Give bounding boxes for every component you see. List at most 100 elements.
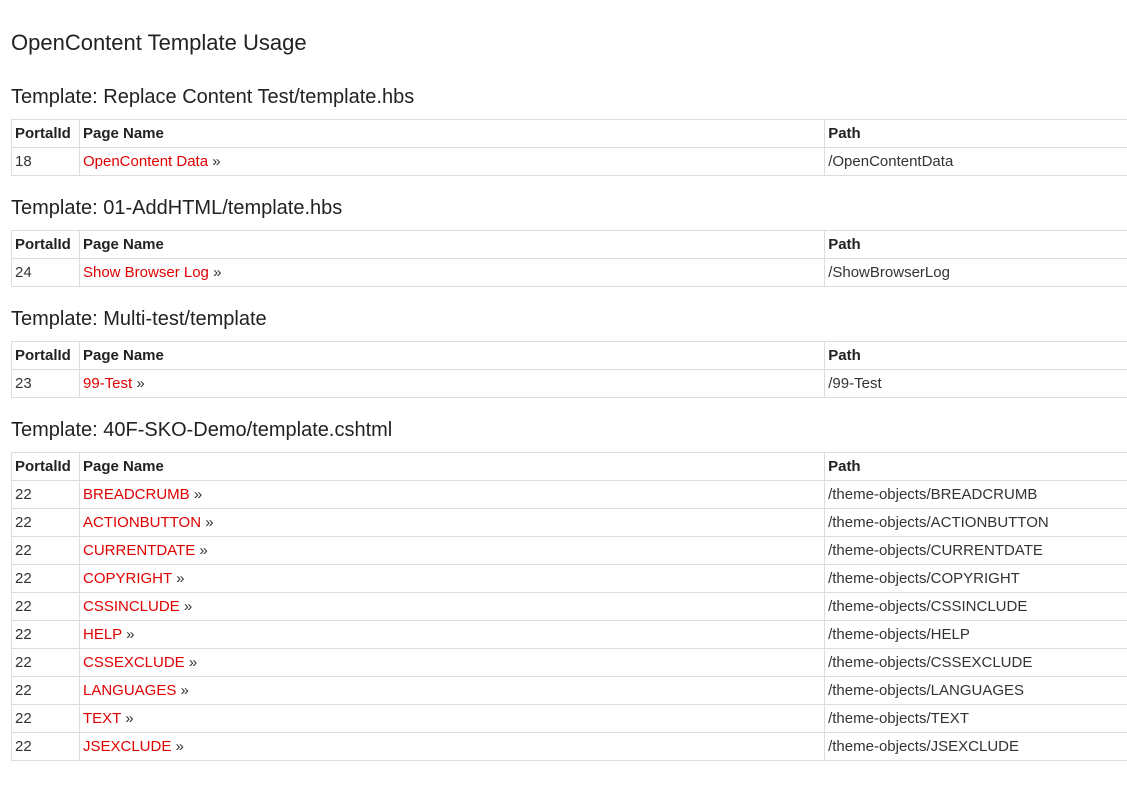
section-title: Template: 40F-SKO-Demo/template.cshtml <box>11 419 393 441</box>
template-usage-page: OpenContent Template Usage Template: Rep… <box>11 0 1127 761</box>
usage-table: PortalId Page Name Path 18 OpenContent D… <box>11 119 1127 176</box>
portal-id-cell: 22 <box>11 648 80 677</box>
table-body: 24 Show Browser Log » /ShowBrowserLog <box>11 258 1127 287</box>
page-name-link[interactable]: JSEXCLUDE <box>83 738 171 755</box>
page-name-link[interactable]: CSSEXCLUDE <box>83 654 185 671</box>
portal-id-cell: 22 <box>11 480 80 509</box>
path-cell: /theme-objects/JSEXCLUDE <box>824 732 1127 761</box>
raquo-glyph: » <box>199 542 208 559</box>
raquo-glyph: » <box>180 682 189 699</box>
usage-table: PortalId Page Name Path 22 BREADCRUMB » … <box>11 452 1127 761</box>
path-cell: /theme-objects/CURRENTDATE <box>824 536 1127 565</box>
path-cell: /99-Test <box>824 369 1127 398</box>
table-row: 22 LANGUAGES » /theme-objects/LANGUAGES <box>11 676 1127 705</box>
raquo-glyph: » <box>205 514 214 531</box>
page-name-link[interactable]: HELP <box>83 626 122 643</box>
table-header-row: PortalId Page Name Path <box>11 452 1127 481</box>
template-section: Template: Replace Content Test/template.… <box>11 85 1127 176</box>
page-name-cell: Show Browser Log » <box>78 258 826 287</box>
path-cell: /ShowBrowserLog <box>824 258 1127 287</box>
raquo-glyph: » <box>188 654 198 671</box>
usage-table: PortalId Page Name Path 23 99-Test » /99… <box>11 341 1127 398</box>
page-name-link[interactable]: COPYRIGHT <box>83 570 172 587</box>
page-name-link[interactable]: BREADCRUMB <box>83 486 190 503</box>
template-sections: Template: Replace Content Test/template.… <box>11 85 1127 761</box>
table-row: 22 TEXT » /theme-objects/TEXT <box>11 704 1127 733</box>
page-name-link[interactable]: 99-Test <box>83 375 132 392</box>
column-header-portal-id: PortalId <box>11 230 80 259</box>
column-header-portal-id: PortalId <box>11 341 80 370</box>
raquo-glyph: » <box>125 710 134 727</box>
section-title: Template: 01-AddHTML/template.hbs <box>11 197 343 219</box>
column-header-path: Path <box>824 341 1127 370</box>
raquo-glyph: » <box>212 153 221 170</box>
page-name-cell: CURRENTDATE » <box>78 536 826 565</box>
page-name-link[interactable]: LANGUAGES <box>83 682 176 699</box>
portal-id-cell: 23 <box>11 369 80 398</box>
template-section: Template: 40F-SKO-Demo/template.cshtml P… <box>11 418 1127 761</box>
portal-id-cell: 22 <box>11 704 80 733</box>
page-name-link[interactable]: Show Browser Log <box>83 264 209 281</box>
path-cell: /theme-objects/COPYRIGHT <box>824 564 1127 593</box>
path-cell: /theme-objects/ACTIONBUTTON <box>824 508 1127 537</box>
page-name-link[interactable]: OpenContent Data <box>83 153 208 170</box>
column-header-page-name: Page Name <box>78 452 826 481</box>
portal-id-cell: 22 <box>11 620 80 649</box>
table-row: 22 CSSINCLUDE » /theme-objects/CSSINCLUD… <box>11 592 1127 621</box>
table-row: 22 BREADCRUMB » /theme-objects/BREADCRUM… <box>11 480 1127 509</box>
raquo-glyph: » <box>193 486 203 503</box>
table-header-row: PortalId Page Name Path <box>11 119 1127 148</box>
column-header-page-name: Page Name <box>78 230 826 259</box>
path-cell: /theme-objects/HELP <box>824 620 1127 649</box>
column-header-path: Path <box>824 230 1127 259</box>
page-name-link[interactable]: ACTIONBUTTON <box>83 514 201 531</box>
raquo-glyph: » <box>175 738 184 755</box>
table-row: 23 99-Test » /99-Test <box>11 369 1127 398</box>
table-body: 18 OpenContent Data » /OpenContentData <box>11 147 1127 176</box>
raquo-glyph: » <box>126 626 135 643</box>
portal-id-cell: 22 <box>11 732 80 761</box>
usage-table: PortalId Page Name Path 24 Show Browser … <box>11 230 1127 287</box>
column-header-path: Path <box>824 452 1127 481</box>
page-title: OpenContent Template Usage <box>11 30 307 55</box>
page-name-link[interactable]: TEXT <box>83 710 121 727</box>
page-name-cell: BREADCRUMB » <box>78 480 826 509</box>
raquo-glyph: » <box>136 375 145 392</box>
table-row: 22 COPYRIGHT » /theme-objects/COPYRIGHT <box>11 564 1127 593</box>
template-section: Template: Multi-test/template PortalId P… <box>11 307 1127 398</box>
path-cell: /theme-objects/LANGUAGES <box>824 676 1127 705</box>
table-row: 22 HELP » /theme-objects/HELP <box>11 620 1127 649</box>
portal-id-cell: 22 <box>11 564 80 593</box>
column-header-portal-id: PortalId <box>11 452 80 481</box>
page-name-link[interactable]: CSSINCLUDE <box>83 598 180 615</box>
path-cell: /theme-objects/CSSEXCLUDE <box>824 648 1127 677</box>
portal-id-cell: 22 <box>11 592 80 621</box>
table-row: 18 OpenContent Data » /OpenContentData <box>11 147 1127 176</box>
table-body: 23 99-Test » /99-Test <box>11 369 1127 398</box>
raquo-glyph: » <box>213 264 222 281</box>
page-name-cell: CSSINCLUDE » <box>78 592 826 621</box>
section-title: Template: Replace Content Test/template.… <box>11 86 415 108</box>
page-name-cell: HELP » <box>78 620 826 649</box>
portal-id-cell: 18 <box>11 147 80 176</box>
path-cell: /theme-objects/TEXT <box>824 704 1127 733</box>
column-header-path: Path <box>824 119 1127 148</box>
table-header-row: PortalId Page Name Path <box>11 230 1127 259</box>
page-name-cell: TEXT » <box>78 704 826 733</box>
page-name-cell: ACTIONBUTTON » <box>78 508 826 537</box>
table-row: 22 ACTIONBUTTON » /theme-objects/ACTIONB… <box>11 508 1127 537</box>
page-name-cell: OpenContent Data » <box>78 147 826 176</box>
page-name-cell: COPYRIGHT » <box>78 564 826 593</box>
portal-id-cell: 24 <box>11 258 80 287</box>
path-cell: /OpenContentData <box>824 147 1127 176</box>
section-title: Template: Multi-test/template <box>11 308 267 330</box>
table-row: 22 JSEXCLUDE » /theme-objects/JSEXCLUDE <box>11 732 1127 761</box>
portal-id-cell: 22 <box>11 536 80 565</box>
table-body: 22 BREADCRUMB » /theme-objects/BREADCRUM… <box>11 480 1127 761</box>
page-name-link[interactable]: CURRENTDATE <box>83 542 195 559</box>
table-row: 22 CSSEXCLUDE » /theme-objects/CSSEXCLUD… <box>11 648 1127 677</box>
table-row: 22 CURRENTDATE » /theme-objects/CURRENTD… <box>11 536 1127 565</box>
portal-id-cell: 22 <box>11 676 80 705</box>
path-cell: /theme-objects/CSSINCLUDE <box>824 592 1127 621</box>
path-cell: /theme-objects/BREADCRUMB <box>824 480 1127 509</box>
